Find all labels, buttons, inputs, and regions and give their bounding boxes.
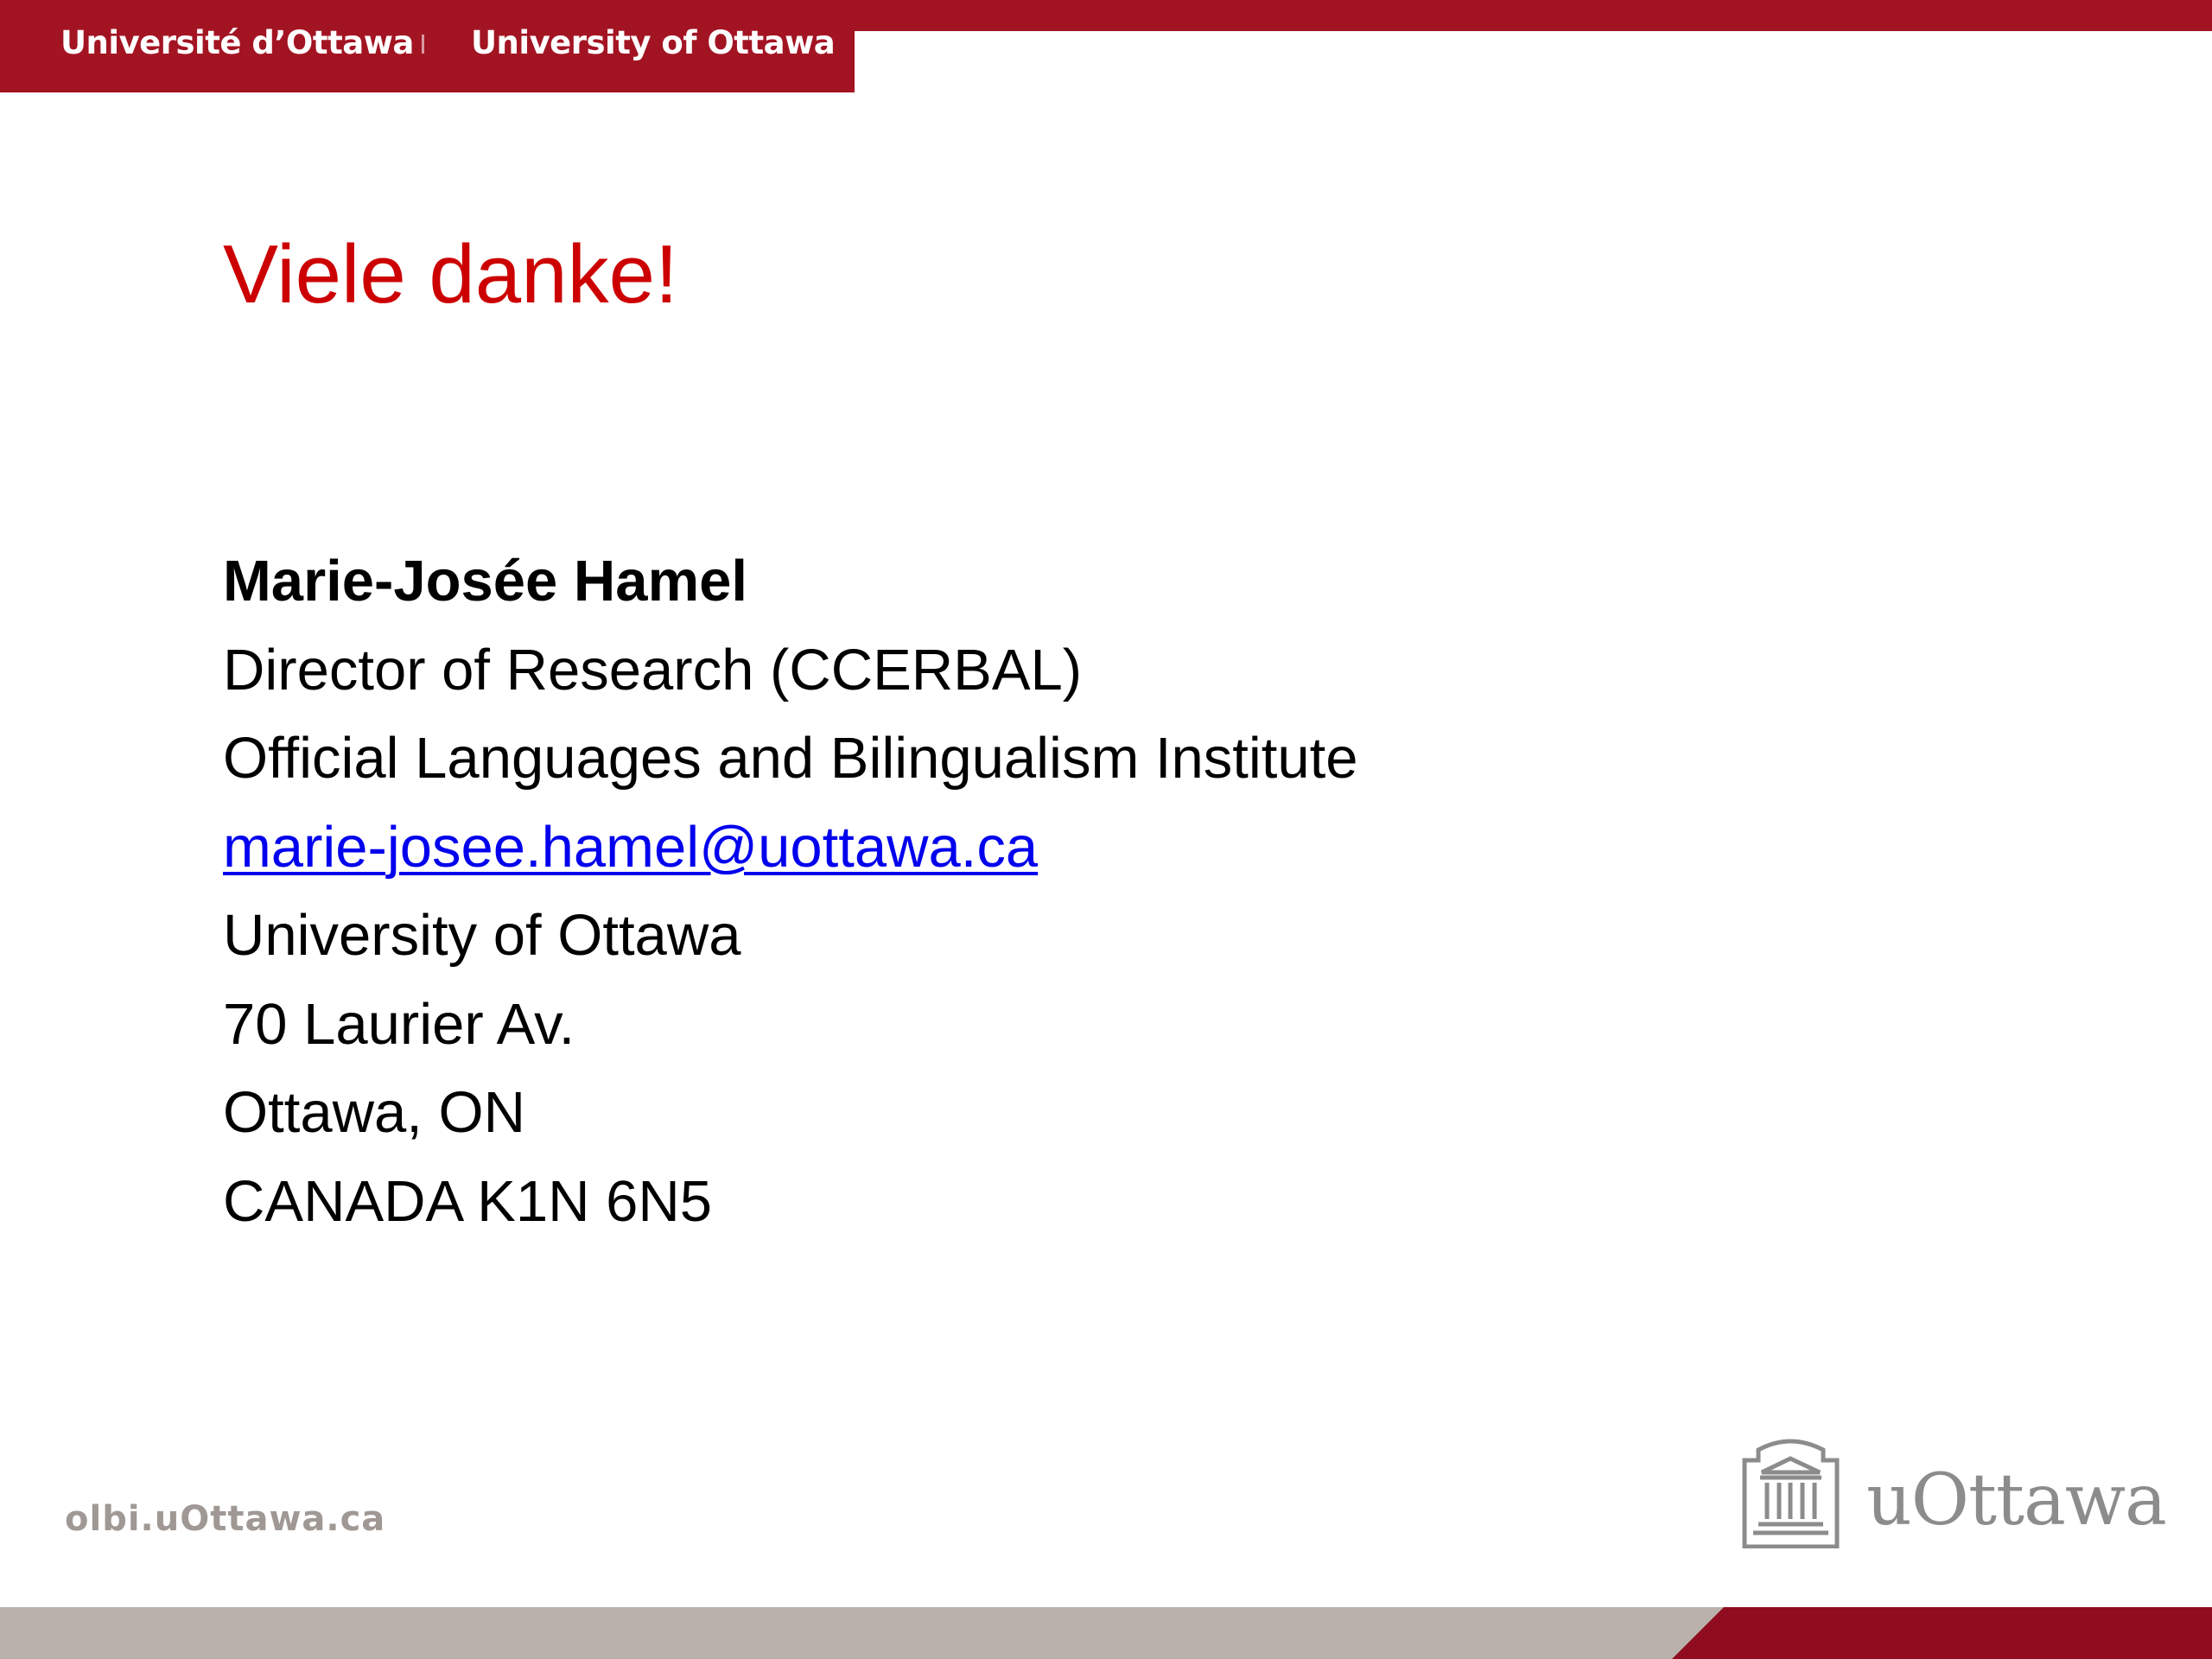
contact-email-line: marie-josee.hamel@uottawa.ca <box>223 804 1358 893</box>
uottawa-building-icon <box>1742 1439 1840 1548</box>
slide-title: Viele danke! <box>223 228 678 321</box>
contact-name: Marie-Josée Hamel <box>223 549 748 613</box>
uottawa-wordmark: uOttawa <box>1866 1459 2167 1541</box>
contact-role: Director of Research (CCERBAL) <box>223 637 1083 702</box>
contact-city: Ottawa, ON <box>223 1080 525 1145</box>
university-name-en: University of Ottawa <box>471 24 836 61</box>
banner-separator <box>422 35 424 54</box>
footer-url: olbi.uOttawa.ca <box>65 1499 386 1539</box>
footer-band <box>0 1607 2212 1659</box>
contact-country-postal: CANADA K1N 6N5 <box>223 1168 712 1234</box>
contact-university: University of Ottawa <box>223 903 741 968</box>
contact-street: 70 Laurier Av. <box>223 991 575 1057</box>
contact-institute: Official Languages and Bilingualism Inst… <box>223 726 1358 791</box>
contact-email-link[interactable]: marie-josee.hamel@uottawa.ca <box>223 815 1038 880</box>
contact-block: Marie-Josée Hamel Director of Research (… <box>223 537 1358 1246</box>
university-name-fr: Université d’Ottawa <box>60 24 414 61</box>
